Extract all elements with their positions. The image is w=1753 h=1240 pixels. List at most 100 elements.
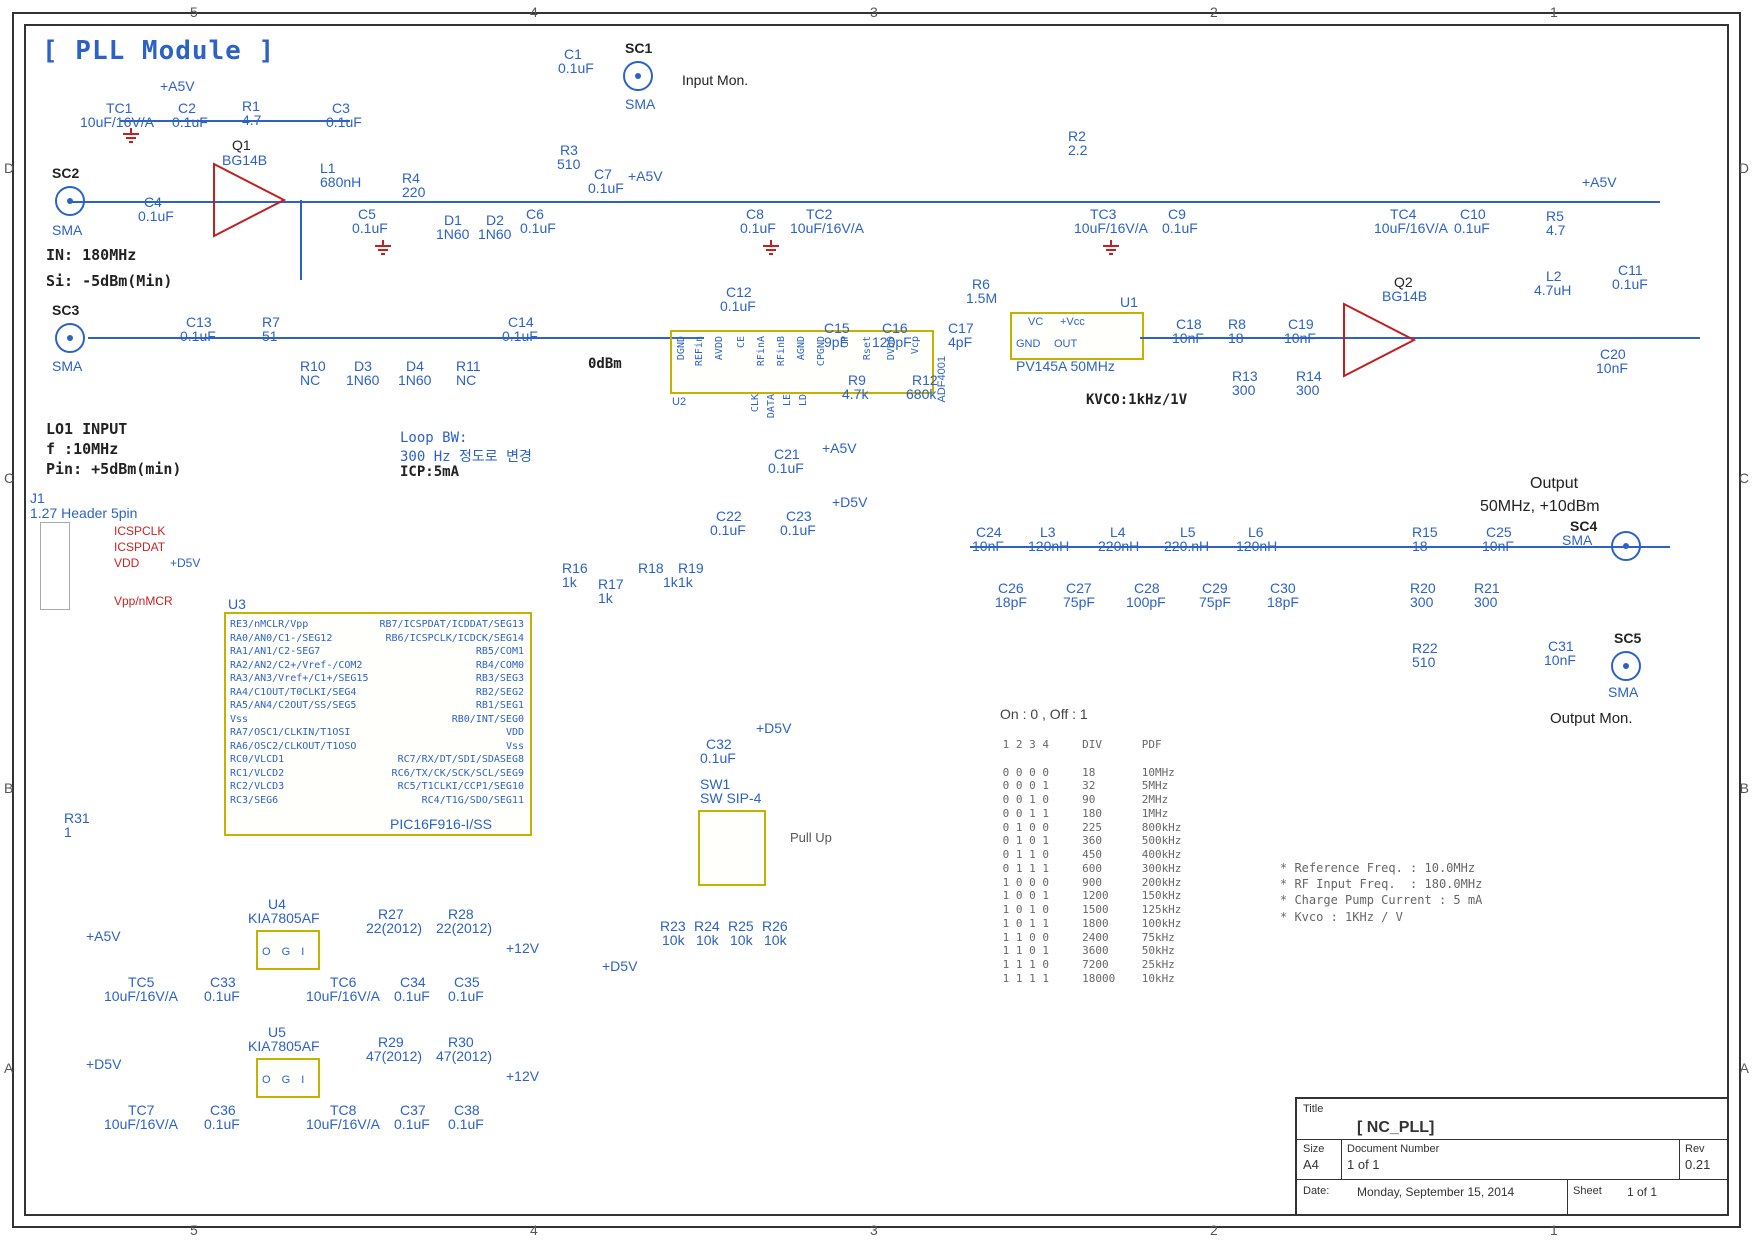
cmp-val: 4.7 <box>1546 222 1565 238</box>
cmp-val: 300 <box>1474 594 1497 610</box>
cmp-val: NC <box>300 372 320 388</box>
rail: +A5V <box>628 168 663 184</box>
ic-ref: Q1 <box>232 137 251 153</box>
cmp-val: 47(2012) <box>366 1048 422 1064</box>
cmp-val: 0.1uF <box>558 60 594 76</box>
cmp-val: 10uF/16V/A <box>790 220 864 236</box>
rail: +D5V <box>756 720 791 736</box>
cmp-val: 0.1uF <box>1612 276 1648 292</box>
rail: +D5V <box>170 556 200 570</box>
header-icon <box>40 522 70 610</box>
cmp-val: 0.1uF <box>740 220 776 236</box>
cmp-val: 1k <box>663 574 678 590</box>
ic-pn: PIC16F916-I/SS <box>390 816 492 832</box>
sma-icon <box>620 58 656 94</box>
schematic-sheet: 5 4 3 2 1 5 4 3 2 1 D C B A D C B A [ PL… <box>0 0 1753 1240</box>
cmp-val: 4.7k <box>842 386 868 402</box>
cmp-val: 2.2 <box>1068 142 1087 158</box>
tb-date-label: Date: <box>1303 1185 1329 1197</box>
title-block: Title [ NC_PLL] Size A4 Document Number … <box>1295 1097 1729 1216</box>
ic-pin: AVDD <box>714 336 725 360</box>
cmp-val: 10uF/16V/A <box>80 114 154 130</box>
label: 300 Hz 정도로 변경 <box>400 446 532 466</box>
label: Si: -5dBm(Min) <box>46 272 172 290</box>
cmp-val: 10nF <box>1284 330 1316 346</box>
cmp-val: 18pF <box>1267 594 1299 610</box>
rail: +D5V <box>86 1056 121 1072</box>
net: Vpp/nMCR <box>114 594 173 608</box>
conn-type: SMA <box>52 222 82 238</box>
cmp-val: 10nF <box>1172 330 1204 346</box>
rail: +D5V <box>602 958 637 974</box>
label: Pull Up <box>790 830 832 845</box>
cmp-val: 0.1uF <box>204 988 240 1004</box>
rail: +A5V <box>822 440 857 456</box>
row-tick: C <box>1739 470 1749 486</box>
cmp-val: NC <box>456 372 476 388</box>
row-tick: B <box>1740 780 1749 796</box>
ic-pins-right: RB7/ICSPDAT/ICDDAT/SEG13 RB6/ICSPCLK/ICD… <box>360 618 524 807</box>
cmp-val: 1N60 <box>346 372 379 388</box>
ic-ref: U2 <box>672 396 686 408</box>
cmp-val: 10nF <box>1482 538 1514 554</box>
ic-pin: AGND <box>796 336 807 360</box>
cmp-val: 220nH <box>1098 538 1139 554</box>
cmp-val: 0.1uF <box>394 988 430 1004</box>
cmp-val: 10k <box>730 932 753 948</box>
tb-docnum: 1 of 1 <box>1347 1157 1380 1172</box>
cmp-val: 0.1uF <box>204 1116 240 1132</box>
cmp-val: 47(2012) <box>436 1048 492 1064</box>
row-tick: A <box>1740 1060 1749 1076</box>
cmp-val: 22(2012) <box>436 920 492 936</box>
cmp-val: 0.1uF <box>138 208 174 224</box>
ic-pins: O G I <box>262 1074 308 1086</box>
sma-icon <box>1608 648 1644 684</box>
cmp-val: 1.5M <box>966 290 997 306</box>
gnd-icon <box>120 128 142 146</box>
ic-pin: CE <box>736 336 747 348</box>
label: IN: 180MHz <box>46 246 136 264</box>
net: VDD <box>114 556 139 570</box>
cmp-val: 0.1uF <box>720 298 756 314</box>
ic-ref: U1 <box>1120 294 1138 310</box>
wire <box>610 201 1150 203</box>
rail: +12V <box>506 1068 539 1084</box>
cmp-val: 0.1uF <box>1454 220 1490 236</box>
col-tick: 4 <box>530 1222 538 1238</box>
cmp-val: 120nH <box>1028 538 1069 554</box>
cmp-val: 510 <box>557 156 580 172</box>
tb-rev-label: Rev <box>1685 1143 1705 1155</box>
col-tick: 3 <box>870 4 878 20</box>
cmp-val: 10nF <box>972 538 1004 554</box>
row-tick: D <box>1739 160 1749 176</box>
label: On : 0 , Off : 1 <box>1000 706 1088 722</box>
cmp-val: 1k <box>678 574 693 590</box>
rail: +A5V <box>1582 174 1617 190</box>
conn-ref: SC5 <box>1614 630 1641 646</box>
cmp-val: 10k <box>764 932 787 948</box>
col-tick: 5 <box>190 1222 198 1238</box>
cmp-val: 220 <box>402 184 425 200</box>
cmp-val: 510 <box>1412 654 1435 670</box>
col-tick: 4 <box>530 4 538 20</box>
col-tick: 3 <box>870 1222 878 1238</box>
cmp-val: 0.1uF <box>394 1116 430 1132</box>
div-table: 1 2 3 4 DIV PDF 0 0 0 0 18 10MHz 0 0 0 1… <box>996 738 1181 986</box>
tb-title: [ NC_PLL] <box>1357 1119 1434 1137</box>
ic-pn: SW SIP-4 <box>700 790 761 806</box>
conn-type: SMA <box>52 358 82 374</box>
ic-pn: BG14B <box>222 152 267 168</box>
conn-desc: 1.27 Header 5pin <box>30 505 137 521</box>
label: LO1 INPUT <box>46 420 127 438</box>
cmp-val: 0.1uF <box>520 220 556 236</box>
wire <box>1140 337 1700 339</box>
cmp-val: 75pF <box>1063 594 1095 610</box>
sma-icon <box>52 183 88 219</box>
label: Input Mon. <box>682 72 748 88</box>
tb-divider <box>1567 1179 1568 1214</box>
tb-rev: 0.21 <box>1685 1157 1710 1172</box>
row-tick: D <box>4 160 14 176</box>
cmp-val: 1N60 <box>398 372 431 388</box>
label: Output Mon. <box>1550 710 1633 727</box>
ic-pn: BG14B <box>1382 288 1427 304</box>
